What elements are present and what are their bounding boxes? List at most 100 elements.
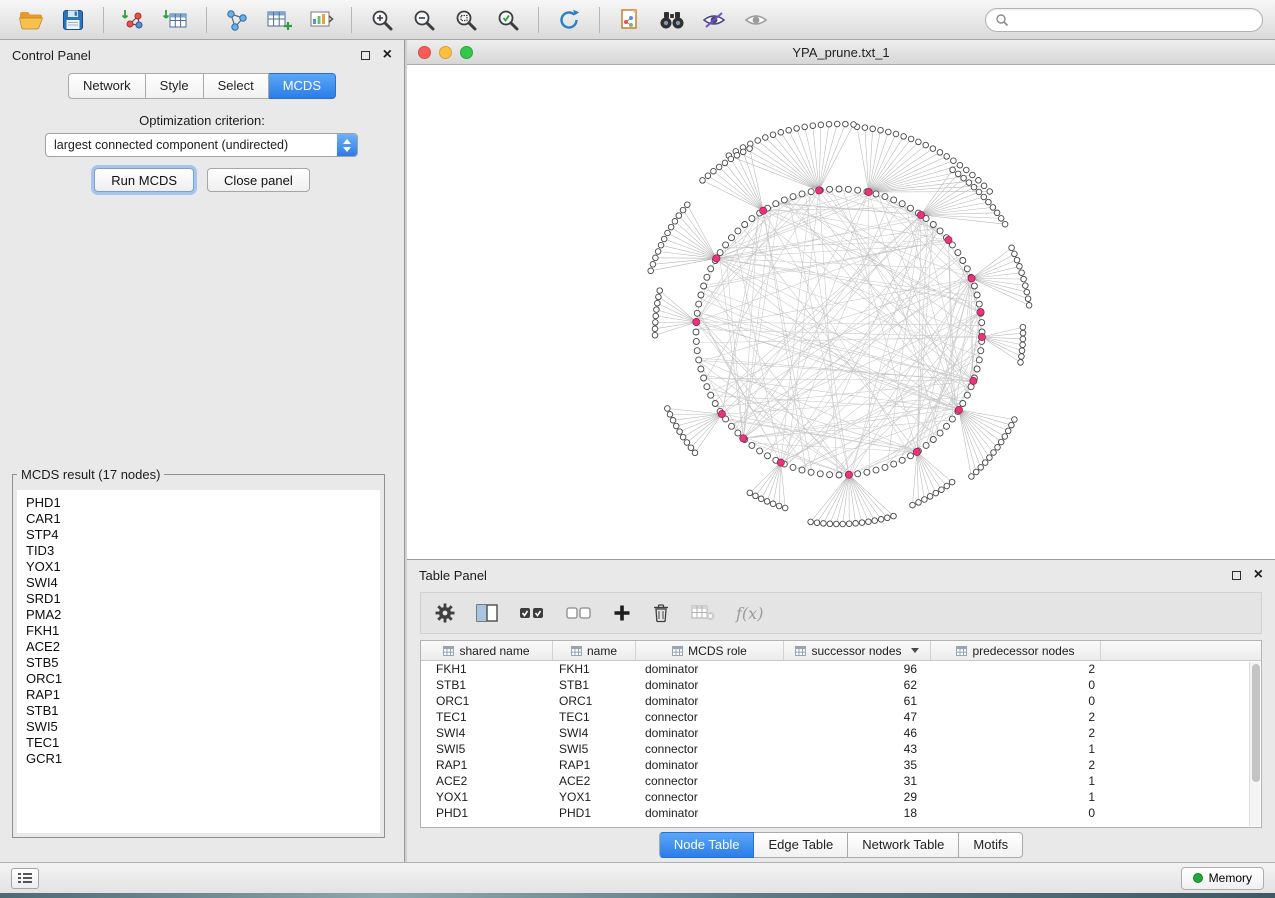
delete-columns-button[interactable] xyxy=(652,603,670,623)
network-window-titlebar[interactable]: YPA_prune.txt_1 xyxy=(407,40,1275,65)
memory-button[interactable]: Memory xyxy=(1181,867,1264,890)
optimization-criterion-select[interactable]: largest connected component (undirected) xyxy=(45,133,358,157)
tab-style[interactable]: Style xyxy=(146,73,204,99)
close-panel-button[interactable]: Close panel xyxy=(207,168,310,192)
float-panel-icon[interactable] xyxy=(361,51,370,60)
toolbar-separator xyxy=(103,7,104,33)
criterion-selected-value: largest connected component (undirected) xyxy=(46,138,337,152)
import-network-button[interactable] xyxy=(115,4,153,36)
cell-predecessor_nodes: 0 xyxy=(931,805,1101,821)
table-scrollbar[interactable] xyxy=(1249,662,1260,826)
mcds-result-node[interactable]: SWI4 xyxy=(26,575,380,591)
mcds-result-node[interactable]: YOX1 xyxy=(26,559,380,575)
cell-shared_name: STB1 xyxy=(421,677,553,693)
float-panel-icon[interactable] xyxy=(1232,571,1241,580)
tab-network[interactable]: Network xyxy=(68,73,146,99)
new-network-button[interactable] xyxy=(218,4,256,36)
table-row[interactable]: PHD1PHD1dominator180 xyxy=(421,805,1249,821)
mcds-result-node[interactable]: SWI5 xyxy=(26,719,380,735)
refresh-layout-button[interactable] xyxy=(550,4,588,36)
scrollbar-thumb[interactable] xyxy=(1252,664,1260,782)
mcds-result-node[interactable]: SRD1 xyxy=(26,591,380,607)
mcds-result-node[interactable]: STB5 xyxy=(26,655,380,671)
mcds-result-list[interactable]: PHD1CAR1STP4TID3YOX1SWI4SRD1PMA2FKH1ACE2… xyxy=(17,490,380,833)
deselect-all-rows-button[interactable] xyxy=(566,605,592,621)
show-all-button[interactable] xyxy=(737,4,775,36)
memory-status-icon xyxy=(1193,873,1203,883)
table-row[interactable]: ORC1ORC1dominator610 xyxy=(421,693,1249,709)
column-header-name[interactable]: name xyxy=(553,641,636,660)
mcds-result-node[interactable]: TID3 xyxy=(26,543,380,559)
chevron-down-icon[interactable] xyxy=(911,648,919,653)
maximize-window-icon[interactable] xyxy=(460,46,473,59)
table-row[interactable]: YOX1YOX1connector291 xyxy=(421,789,1249,805)
tab-node-table[interactable]: Node Table xyxy=(659,832,755,858)
run-mcds-button[interactable]: Run MCDS xyxy=(94,168,194,192)
zoom-in-button[interactable] xyxy=(363,4,401,36)
toolbar-separator xyxy=(351,7,352,33)
eye-slash-icon xyxy=(701,10,727,30)
mcds-result-node[interactable]: PMA2 xyxy=(26,607,380,623)
column-header-MCDS-role[interactable]: MCDS role xyxy=(636,641,784,660)
export-image-button[interactable] xyxy=(302,4,340,36)
network-canvas[interactable] xyxy=(407,65,1275,559)
search-input[interactable] xyxy=(1015,13,1253,27)
column-header-shared-name[interactable]: shared name xyxy=(421,641,553,660)
save-session-button[interactable] xyxy=(54,4,92,36)
table-row[interactable]: RAP1RAP1dominator352 xyxy=(421,757,1249,773)
mcds-result-node[interactable]: CAR1 xyxy=(26,511,380,527)
cell-predecessor_nodes: 0 xyxy=(931,693,1101,709)
tab-edge-table[interactable]: Edge Table xyxy=(754,832,848,858)
table-row[interactable]: SWI5SWI5connector431 xyxy=(421,741,1249,757)
table-row[interactable]: TEC1TEC1connector472 xyxy=(421,709,1249,725)
plus-icon xyxy=(613,604,631,622)
find-button[interactable] xyxy=(653,4,691,36)
table-row[interactable]: FKH1FKH1dominator962 xyxy=(421,661,1249,677)
cell-predecessor_nodes: 1 xyxy=(931,773,1101,789)
new-table-icon xyxy=(266,8,292,32)
mcds-result-node[interactable]: FKH1 xyxy=(26,623,380,639)
minimize-window-icon[interactable] xyxy=(439,46,452,59)
network-graph[interactable] xyxy=(407,65,1273,559)
column-header-predecessor-nodes[interactable]: predecessor nodes xyxy=(931,641,1101,660)
tab-mcds[interactable]: MCDS xyxy=(269,73,336,99)
import-table-button[interactable] xyxy=(157,4,195,36)
mcds-result-node[interactable]: ORC1 xyxy=(26,671,380,687)
tab-select[interactable]: Select xyxy=(204,73,269,99)
new-table-button[interactable] xyxy=(260,4,298,36)
clone-network-button[interactable] xyxy=(611,4,649,36)
cell-shared_name: TEC1 xyxy=(421,709,553,725)
mcds-result-node[interactable]: GCR1 xyxy=(26,751,380,767)
delete-table-icon xyxy=(691,604,715,622)
delete-table-button[interactable] xyxy=(691,604,715,622)
panel-list-button[interactable] xyxy=(11,868,39,889)
table-row[interactable]: SWI4SWI4dominator462 xyxy=(421,725,1249,741)
close-panel-icon[interactable]: × xyxy=(383,47,392,63)
open-folder-button[interactable] xyxy=(12,4,50,36)
table-row[interactable]: ACE2ACE2connector311 xyxy=(421,773,1249,789)
toggle-visibility-button[interactable] xyxy=(695,4,733,36)
table-row[interactable]: STB1STB1dominator620 xyxy=(421,677,1249,693)
tab-network-table[interactable]: Network Table xyxy=(848,832,959,858)
column-header-filler xyxy=(1101,641,1261,660)
mcds-result-node[interactable]: PHD1 xyxy=(26,495,380,511)
zoom-selected-button[interactable] xyxy=(489,4,527,36)
mcds-result-node[interactable]: TEC1 xyxy=(26,735,380,751)
create-column-button[interactable] xyxy=(613,604,631,622)
tab-motifs[interactable]: Motifs xyxy=(959,832,1023,858)
mcds-result-node[interactable]: ACE2 xyxy=(26,639,380,655)
zoom-out-button[interactable] xyxy=(405,4,443,36)
close-window-icon[interactable] xyxy=(418,46,431,59)
close-panel-icon[interactable]: × xyxy=(1254,567,1263,583)
zoom-fit-button[interactable] xyxy=(447,4,485,36)
mcds-result-node[interactable]: STP4 xyxy=(26,527,380,543)
mcds-result-node[interactable]: RAP1 xyxy=(26,687,380,703)
search-box[interactable] xyxy=(985,8,1263,32)
mcds-result-node[interactable]: STB1 xyxy=(26,703,380,719)
function-builder-button[interactable]: f(x) xyxy=(736,604,763,623)
show-column-button[interactable] xyxy=(476,604,498,622)
table-mode-gear-button[interactable] xyxy=(435,603,455,623)
column-header-successor-nodes[interactable]: successor nodes xyxy=(784,641,931,660)
select-all-rows-button[interactable] xyxy=(519,605,545,621)
table-body[interactable]: FKH1FKH1dominator962STB1STB1dominator620… xyxy=(421,661,1249,827)
